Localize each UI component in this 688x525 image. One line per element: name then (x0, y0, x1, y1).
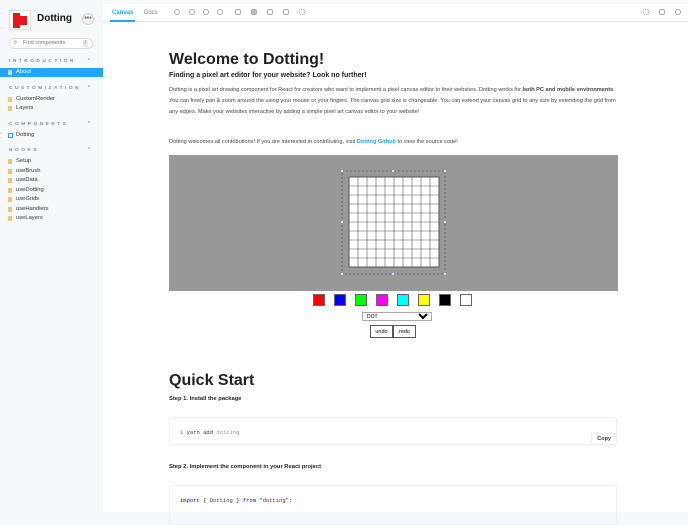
extend-handle (443, 272, 447, 276)
redo-button[interactable]: redo (393, 325, 416, 338)
quick-start-heading: Quick Start (169, 372, 255, 389)
color-swatch[interactable] (313, 294, 325, 306)
tab-docs[interactable]: Docs (144, 4, 158, 22)
sidebar-item-dotting[interactable]: Dotting (0, 131, 103, 140)
extend-handle (340, 220, 344, 224)
dotting-logo (9, 10, 31, 30)
step1-label: Step 1. Install the package (169, 396, 242, 402)
install-code-block: $ yarn add dotting Copy (169, 417, 617, 445)
reload-icon[interactable] (174, 9, 180, 15)
page-subtitle: Finding a pixel art editor for your webs… (169, 72, 367, 79)
color-swatch[interactable] (334, 294, 346, 306)
zoom-out-icon[interactable] (203, 9, 209, 15)
tab-canvas[interactable]: Canvas (110, 4, 136, 22)
extend-handle (391, 169, 395, 173)
color-swatch[interactable] (418, 294, 430, 306)
measure-icon[interactable] (267, 9, 273, 15)
section-header[interactable]: CUSTOMIZATION ⌃ (9, 86, 91, 91)
more-menu-button[interactable]: ••• (82, 13, 94, 25)
color-swatch[interactable] (439, 294, 451, 306)
sidebar-item-setup[interactable]: Setup (0, 157, 103, 166)
color-swatch[interactable] (460, 294, 472, 306)
sidebar: Dotting ••• ⌕ Find components / INTRODUCTI… (0, 0, 103, 512)
docs-content: Welcome to Dotting! Finding a pixel art … (103, 23, 688, 525)
sidebar-item-usedotting[interactable]: useDotting (0, 186, 103, 195)
section-header[interactable]: HOOKS ⌃ (9, 148, 91, 153)
sidebar-item-usegrids[interactable]: useGrids (0, 195, 103, 204)
sidebar-item-layers[interactable]: Layers (0, 104, 103, 113)
collapse-icon[interactable]: ⌃ (87, 59, 91, 64)
sidebar-item-customrender[interactable]: CustomRender (0, 95, 103, 104)
search-input[interactable]: ⌕ Find components / (9, 38, 93, 49)
brand-title: Dotting (37, 13, 72, 24)
viewport-icon[interactable] (251, 9, 257, 15)
color-swatch[interactable] (355, 294, 367, 306)
extend-handle (391, 272, 395, 276)
fullscreen-icon[interactable] (643, 9, 649, 15)
brush-mode-select[interactable]: DOT (362, 312, 432, 321)
toolbar: Canvas Docs (103, 4, 688, 22)
collapse-icon[interactable]: ⌃ (87, 122, 91, 127)
step2-label: Step 2. Implement the component in your … (169, 464, 322, 470)
copy-link-icon[interactable] (675, 9, 681, 15)
extend-handle (340, 272, 344, 276)
color-swatch[interactable] (376, 294, 388, 306)
search-icon: ⌕ (14, 40, 18, 46)
sidebar-item-usebrush[interactable]: useBrush (0, 167, 103, 176)
github-link[interactable]: Dotting Github (357, 139, 396, 145)
grid-icon[interactable] (299, 9, 305, 15)
intro-paragraph: Dotting is a pixel art drawing component… (169, 87, 616, 115)
search-placeholder: Find components (23, 40, 66, 46)
contribute-paragraph: Dotting welcomes all contributions! If y… (169, 139, 458, 145)
extend-handle (443, 220, 447, 224)
section-header[interactable]: INTRODUCTION ⌃ (9, 59, 91, 64)
sidebar-item-about[interactable]: About (0, 68, 103, 77)
sidebar-item-usedata[interactable]: useData (0, 176, 103, 185)
open-new-tab-icon[interactable] (659, 9, 665, 15)
color-swatch[interactable] (397, 294, 409, 306)
pixel-canvas[interactable] (169, 155, 618, 291)
page-title: Welcome to Dotting! (169, 51, 325, 68)
extend-handle (340, 169, 344, 173)
zoom-reset-icon[interactable] (217, 9, 223, 15)
collapse-icon[interactable]: ⌃ (87, 148, 91, 153)
usage-code-block: import { Dotting } from "dotting"; (169, 485, 617, 525)
sidebar-item-usehandlers[interactable]: useHandlers (0, 205, 103, 214)
collapse-icon[interactable]: ⌃ (87, 86, 91, 91)
zoom-in-icon[interactable] (189, 9, 195, 15)
background-icon[interactable] (235, 9, 241, 15)
canvas-grid[interactable] (169, 155, 618, 291)
outline-icon[interactable] (283, 9, 289, 15)
sidebar-item-uselayers[interactable]: useLayers (0, 214, 103, 223)
section-header[interactable]: COMPONENTS ⌃ (9, 122, 91, 127)
copy-button[interactable]: Copy (591, 433, 616, 444)
extend-handle (443, 169, 447, 173)
shortcut-key: / (82, 40, 88, 47)
undo-button[interactable]: undo (370, 325, 393, 338)
